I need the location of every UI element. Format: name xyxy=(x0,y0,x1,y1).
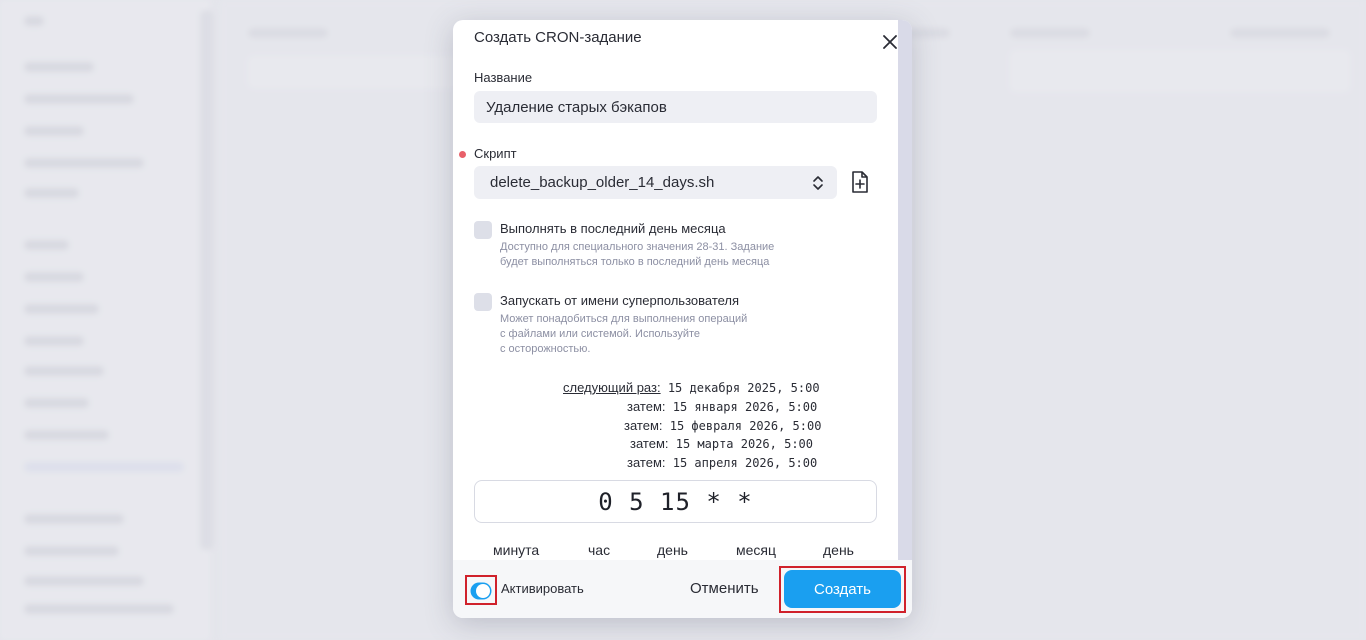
required-indicator xyxy=(459,151,466,158)
cron-expression-input[interactable]: 0 5 15 * * xyxy=(474,480,877,523)
schedule-row: затем: 15 апреля 2026, 5:00 xyxy=(627,455,817,470)
close-button[interactable] xyxy=(880,32,900,52)
modal-scrollbar[interactable] xyxy=(898,20,912,560)
schedule-row-label: затем: xyxy=(624,418,663,433)
schedule-row: затем: 15 марта 2026, 5:00 xyxy=(630,436,813,451)
cron-field-day: день xyxy=(657,542,688,558)
add-script-button[interactable] xyxy=(849,170,871,194)
last-day-label: Выполнять в последний день месяца xyxy=(500,221,726,236)
activate-toggle[interactable] xyxy=(470,582,492,600)
schedule-row: затем: 15 февраля 2026, 5:00 xyxy=(624,418,821,433)
cron-field-month: месяц xyxy=(736,542,777,558)
script-label: Скрипт xyxy=(474,146,517,161)
name-label: Название xyxy=(474,70,533,85)
chevron-up-down-icon xyxy=(813,176,823,190)
last-day-checkbox[interactable] xyxy=(474,221,492,239)
dialog-title: Создать CRON-задание xyxy=(474,29,642,46)
superuser-hint: Может понадобиться для выполнения операц… xyxy=(500,313,748,355)
cancel-button[interactable]: Отменить xyxy=(690,580,759,597)
schedule-row-value: 15 февраля 2026, 5:00 xyxy=(669,419,822,433)
schedule-row-label: затем: xyxy=(630,436,669,451)
schedule-row-value: 15 апреля 2026, 5:00 xyxy=(672,456,818,470)
cron-field-minute: минута xyxy=(493,542,540,558)
activate-label: Активировать xyxy=(501,581,584,596)
superuser-checkbox[interactable] xyxy=(474,293,492,311)
superuser-label: Запускать от имени суперпользователя xyxy=(500,293,740,308)
schedule-row: следующий раз: 15 декабря 2025, 5:00 xyxy=(563,380,820,395)
schedule-row-label: затем: xyxy=(627,455,666,470)
last-day-hint: Доступно для специального значения 28-31… xyxy=(500,241,775,268)
file-plus-icon xyxy=(852,171,868,193)
schedule-row-value: 15 декабря 2025, 5:00 xyxy=(667,381,820,395)
cron-field-weekday: день xyxy=(823,542,854,558)
cron-field-hour: час xyxy=(588,542,611,558)
script-select-value: delete_backup_older_14_days.sh xyxy=(490,174,715,191)
schedule-row-label: затем: xyxy=(627,399,666,414)
name-input[interactable]: Удаление старых бэкапов xyxy=(474,91,877,123)
script-select[interactable]: delete_backup_older_14_days.sh xyxy=(474,166,837,199)
close-icon xyxy=(883,35,897,49)
schedule-row: затем: 15 января 2026, 5:00 xyxy=(627,399,817,414)
schedule-row-value: 15 марта 2026, 5:00 xyxy=(675,437,814,451)
create-cron-dialog: Создать CRON-задание Название Удаление с… xyxy=(453,20,912,618)
dialog-footer: Активировать Отменить Создать xyxy=(453,560,912,618)
schedule-row-value: 15 января 2026, 5:00 xyxy=(672,400,818,414)
schedule-row-label: следующий раз: xyxy=(563,380,661,395)
create-button[interactable]: Создать xyxy=(784,570,901,608)
toggle-icon xyxy=(470,582,492,600)
